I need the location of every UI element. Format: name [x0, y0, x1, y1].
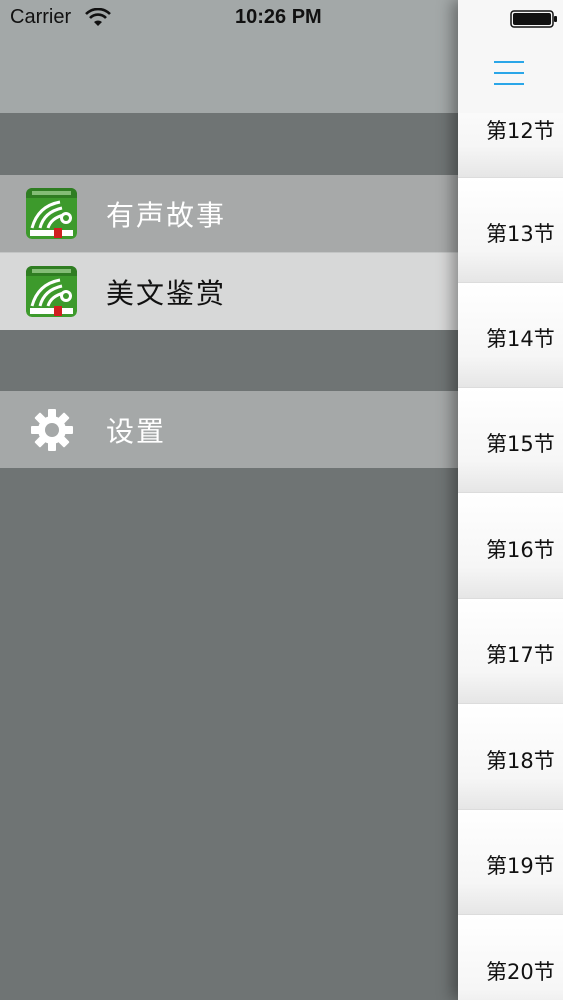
nav-bar [458, 44, 563, 114]
section-label: 第18节 [486, 749, 555, 773]
section-label: 第15节 [486, 432, 555, 456]
list-item[interactable]: 第19节 [458, 810, 563, 915]
menu-item-audio-stories[interactable]: 有声故事 [0, 175, 458, 253]
list-item[interactable]: 第20节 [458, 916, 563, 1000]
list-item[interactable]: 第17节 [458, 599, 563, 704]
section-label: 第16节 [486, 538, 555, 562]
list-item[interactable]: 第12节 [458, 113, 563, 178]
menu-item-label: 有声故事 [106, 198, 227, 232]
list-item[interactable]: 第15节 [458, 388, 563, 493]
menu-item-label: 美文鉴赏 [106, 276, 227, 310]
status-bar-right [458, 0, 563, 44]
section-label: 第19节 [486, 854, 555, 878]
list-item[interactable]: 第18节 [458, 705, 563, 810]
main-content-panel[interactable]: 第12节 第13节 第14节 第15节 第16节 第17节 第18节 第19节 … [458, 0, 563, 1000]
section-label: 第13节 [486, 222, 555, 246]
list-item[interactable]: 第14节 [458, 283, 563, 388]
battery-icon [510, 10, 557, 28]
book-app-icon [26, 188, 77, 239]
section-list[interactable]: 第12节 第13节 第14节 第15节 第16节 第17节 第18节 第19节 … [458, 113, 563, 1000]
section-label: 第20节 [486, 960, 555, 984]
menu-item-essay-appreciation[interactable]: 美文鉴赏 [0, 253, 458, 330]
menu-item-settings[interactable]: 设置 [0, 391, 458, 468]
list-item[interactable]: 第13节 [458, 178, 563, 283]
section-label: 第14节 [486, 327, 555, 351]
book-app-icon [26, 266, 77, 317]
gear-icon [31, 408, 73, 451]
side-drawer: Carrier 10:26 PM 有声故事 美文鉴赏 设置 [0, 0, 458, 1000]
carrier-label: Carrier [10, 6, 72, 28]
status-time: 10:26 PM [235, 6, 322, 28]
list-item[interactable]: 第16节 [458, 494, 563, 599]
wifi-icon [85, 8, 111, 26]
section-label: 第12节 [486, 119, 555, 143]
drawer-header: Carrier 10:26 PM [0, 0, 458, 113]
settings-label: 设置 [106, 414, 167, 448]
section-label: 第17节 [486, 643, 555, 667]
hamburger-icon[interactable] [494, 61, 524, 85]
